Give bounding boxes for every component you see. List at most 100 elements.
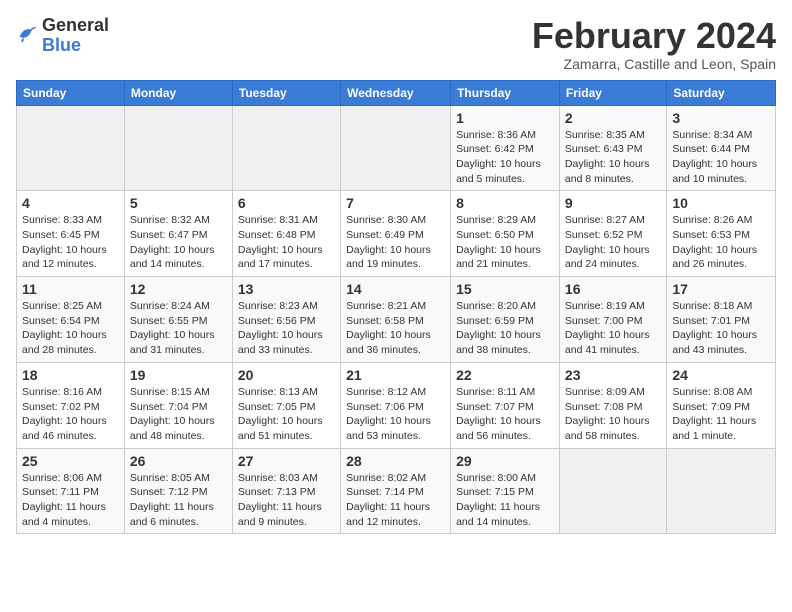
day-info: Sunrise: 8:18 AM Sunset: 7:01 PM Dayligh… bbox=[672, 299, 770, 358]
day-number: 12 bbox=[130, 281, 227, 297]
day-number: 17 bbox=[672, 281, 770, 297]
day-info: Sunrise: 8:11 AM Sunset: 7:07 PM Dayligh… bbox=[456, 385, 554, 444]
day-number: 5 bbox=[130, 195, 227, 211]
day-number: 15 bbox=[456, 281, 554, 297]
calendar-cell: 22 Sunrise: 8:11 AM Sunset: 7:07 PM Dayli… bbox=[451, 362, 560, 448]
day-number: 23 bbox=[565, 367, 661, 383]
day-number: 8 bbox=[456, 195, 554, 211]
weekday-header-monday: Monday bbox=[124, 80, 232, 105]
calendar-cell: 25Sunrise: 8:06 AM Sunset: 7:11 PM Dayli… bbox=[17, 448, 125, 534]
weekday-header-thursday: Thursday bbox=[451, 80, 560, 105]
day-number: 7 bbox=[346, 195, 445, 211]
calendar-cell: 28Sunrise: 8:02 AM Sunset: 7:14 PM Dayli… bbox=[341, 448, 451, 534]
calendar-cell: 2 Sunrise: 8:35 AM Sunset: 6:43 PM Daylig… bbox=[559, 105, 666, 191]
calendar-week-row: 11 Sunrise: 8:25 AM Sunset: 6:54 PM Dayli… bbox=[17, 277, 776, 363]
calendar-cell: 11 Sunrise: 8:25 AM Sunset: 6:54 PM Dayli… bbox=[17, 277, 125, 363]
day-number: 20 bbox=[238, 367, 335, 383]
calendar-table: SundayMondayTuesdayWednesdayThursdayFrid… bbox=[16, 80, 776, 535]
calendar-cell bbox=[667, 448, 776, 534]
calendar-cell: 1 Sunrise: 8:36 AM Sunset: 6:42 PM Daylig… bbox=[451, 105, 560, 191]
day-number: 24 bbox=[672, 367, 770, 383]
calendar-cell: 23Sunrise: 8:09 AM Sunset: 7:08 PM Dayli… bbox=[559, 362, 666, 448]
calendar-week-row: 25Sunrise: 8:06 AM Sunset: 7:11 PM Dayli… bbox=[17, 448, 776, 534]
calendar-cell bbox=[124, 105, 232, 191]
day-number: 28 bbox=[346, 453, 445, 469]
day-info: Sunrise: 8:13 AM Sunset: 7:05 PM Dayligh… bbox=[238, 385, 335, 444]
calendar-cell: 4 Sunrise: 8:33 AM Sunset: 6:45 PM Daylig… bbox=[17, 191, 125, 277]
day-number: 13 bbox=[238, 281, 335, 297]
calendar-cell: 15 Sunrise: 8:20 AM Sunset: 6:59 PM Dayli… bbox=[451, 277, 560, 363]
day-number: 27 bbox=[238, 453, 335, 469]
calendar-cell: 19Sunrise: 8:15 AM Sunset: 7:04 PM Dayli… bbox=[124, 362, 232, 448]
calendar-cell: 14 Sunrise: 8:21 AM Sunset: 6:58 PM Dayli… bbox=[341, 277, 451, 363]
weekday-header-friday: Friday bbox=[559, 80, 666, 105]
calendar-cell: 12 Sunrise: 8:24 AM Sunset: 6:55 PM Dayli… bbox=[124, 277, 232, 363]
calendar-cell: 5 Sunrise: 8:32 AM Sunset: 6:47 PM Daylig… bbox=[124, 191, 232, 277]
calendar-cell: 24 Sunrise: 8:08 AM Sunset: 7:09 PM Dayli… bbox=[667, 362, 776, 448]
calendar-cell: 29 Sunrise: 8:00 AM Sunset: 7:15 PM Dayli… bbox=[451, 448, 560, 534]
weekday-header-sunday: Sunday bbox=[17, 80, 125, 105]
day-info: Sunrise: 8:32 AM Sunset: 6:47 PM Dayligh… bbox=[130, 213, 227, 272]
month-title: February 2024 bbox=[532, 16, 776, 56]
calendar-cell bbox=[341, 105, 451, 191]
day-number: 21 bbox=[346, 367, 445, 383]
day-number: 6 bbox=[238, 195, 335, 211]
logo: General Blue bbox=[16, 16, 109, 56]
day-info: Sunrise: 8:26 AM Sunset: 6:53 PM Dayligh… bbox=[672, 213, 770, 272]
page-header: General Blue February 2024 Zamarra, Cast… bbox=[16, 16, 776, 72]
title-block: February 2024 Zamarra, Castille and Leon… bbox=[532, 16, 776, 72]
calendar-cell: 7Sunrise: 8:30 AM Sunset: 6:49 PM Daylig… bbox=[341, 191, 451, 277]
day-info: Sunrise: 8:16 AM Sunset: 7:02 PM Dayligh… bbox=[22, 385, 119, 444]
day-number: 18 bbox=[22, 367, 119, 383]
calendar-week-row: 4 Sunrise: 8:33 AM Sunset: 6:45 PM Daylig… bbox=[17, 191, 776, 277]
day-info: Sunrise: 8:35 AM Sunset: 6:43 PM Dayligh… bbox=[565, 128, 661, 187]
day-info: Sunrise: 8:29 AM Sunset: 6:50 PM Dayligh… bbox=[456, 213, 554, 272]
calendar-week-row: 18 Sunrise: 8:16 AM Sunset: 7:02 PM Dayli… bbox=[17, 362, 776, 448]
weekday-header-tuesday: Tuesday bbox=[232, 80, 340, 105]
day-info: Sunrise: 8:03 AM Sunset: 7:13 PM Dayligh… bbox=[238, 471, 335, 530]
day-number: 29 bbox=[456, 453, 554, 469]
day-info: Sunrise: 8:05 AM Sunset: 7:12 PM Dayligh… bbox=[130, 471, 227, 530]
day-number: 2 bbox=[565, 110, 661, 126]
day-info: Sunrise: 8:12 AM Sunset: 7:06 PM Dayligh… bbox=[346, 385, 445, 444]
logo-text: General Blue bbox=[42, 16, 109, 56]
calendar-cell bbox=[17, 105, 125, 191]
day-number: 4 bbox=[22, 195, 119, 211]
calendar-cell: 21 Sunrise: 8:12 AM Sunset: 7:06 PM Dayli… bbox=[341, 362, 451, 448]
calendar-cell: 9 Sunrise: 8:27 AM Sunset: 6:52 PM Daylig… bbox=[559, 191, 666, 277]
day-number: 16 bbox=[565, 281, 661, 297]
day-info: Sunrise: 8:33 AM Sunset: 6:45 PM Dayligh… bbox=[22, 213, 119, 272]
weekday-header-wednesday: Wednesday bbox=[341, 80, 451, 105]
calendar-cell: 8 Sunrise: 8:29 AM Sunset: 6:50 PM Daylig… bbox=[451, 191, 560, 277]
day-number: 14 bbox=[346, 281, 445, 297]
day-info: Sunrise: 8:20 AM Sunset: 6:59 PM Dayligh… bbox=[456, 299, 554, 358]
day-number: 11 bbox=[22, 281, 119, 297]
calendar-cell: 17 Sunrise: 8:18 AM Sunset: 7:01 PM Dayli… bbox=[667, 277, 776, 363]
day-info: Sunrise: 8:08 AM Sunset: 7:09 PM Dayligh… bbox=[672, 385, 770, 444]
day-info: Sunrise: 8:25 AM Sunset: 6:54 PM Dayligh… bbox=[22, 299, 119, 358]
day-info: Sunrise: 8:31 AM Sunset: 6:48 PM Dayligh… bbox=[238, 213, 335, 272]
day-number: 10 bbox=[672, 195, 770, 211]
location-subtitle: Zamarra, Castille and Leon, Spain bbox=[532, 56, 776, 72]
day-info: Sunrise: 8:23 AM Sunset: 6:56 PM Dayligh… bbox=[238, 299, 335, 358]
calendar-cell: 18 Sunrise: 8:16 AM Sunset: 7:02 PM Dayli… bbox=[17, 362, 125, 448]
calendar-cell: 26Sunrise: 8:05 AM Sunset: 7:12 PM Dayli… bbox=[124, 448, 232, 534]
logo-bird-icon bbox=[16, 22, 38, 44]
calendar-cell: 27 Sunrise: 8:03 AM Sunset: 7:13 PM Dayli… bbox=[232, 448, 340, 534]
day-number: 9 bbox=[565, 195, 661, 211]
day-number: 1 bbox=[456, 110, 554, 126]
day-info: Sunrise: 8:36 AM Sunset: 6:42 PM Dayligh… bbox=[456, 128, 554, 187]
calendar-cell: 3Sunrise: 8:34 AM Sunset: 6:44 PM Daylig… bbox=[667, 105, 776, 191]
day-info: Sunrise: 8:00 AM Sunset: 7:15 PM Dayligh… bbox=[456, 471, 554, 530]
calendar-cell: 16Sunrise: 8:19 AM Sunset: 7:00 PM Dayli… bbox=[559, 277, 666, 363]
day-info: Sunrise: 8:21 AM Sunset: 6:58 PM Dayligh… bbox=[346, 299, 445, 358]
calendar-cell: 20 Sunrise: 8:13 AM Sunset: 7:05 PM Dayli… bbox=[232, 362, 340, 448]
weekday-header-row: SundayMondayTuesdayWednesdayThursdayFrid… bbox=[17, 80, 776, 105]
day-number: 3 bbox=[672, 110, 770, 126]
day-info: Sunrise: 8:24 AM Sunset: 6:55 PM Dayligh… bbox=[130, 299, 227, 358]
calendar-cell: 6 Sunrise: 8:31 AM Sunset: 6:48 PM Daylig… bbox=[232, 191, 340, 277]
calendar-cell: 13 Sunrise: 8:23 AM Sunset: 6:56 PM Dayli… bbox=[232, 277, 340, 363]
calendar-cell bbox=[559, 448, 666, 534]
day-number: 22 bbox=[456, 367, 554, 383]
day-info: Sunrise: 8:27 AM Sunset: 6:52 PM Dayligh… bbox=[565, 213, 661, 272]
